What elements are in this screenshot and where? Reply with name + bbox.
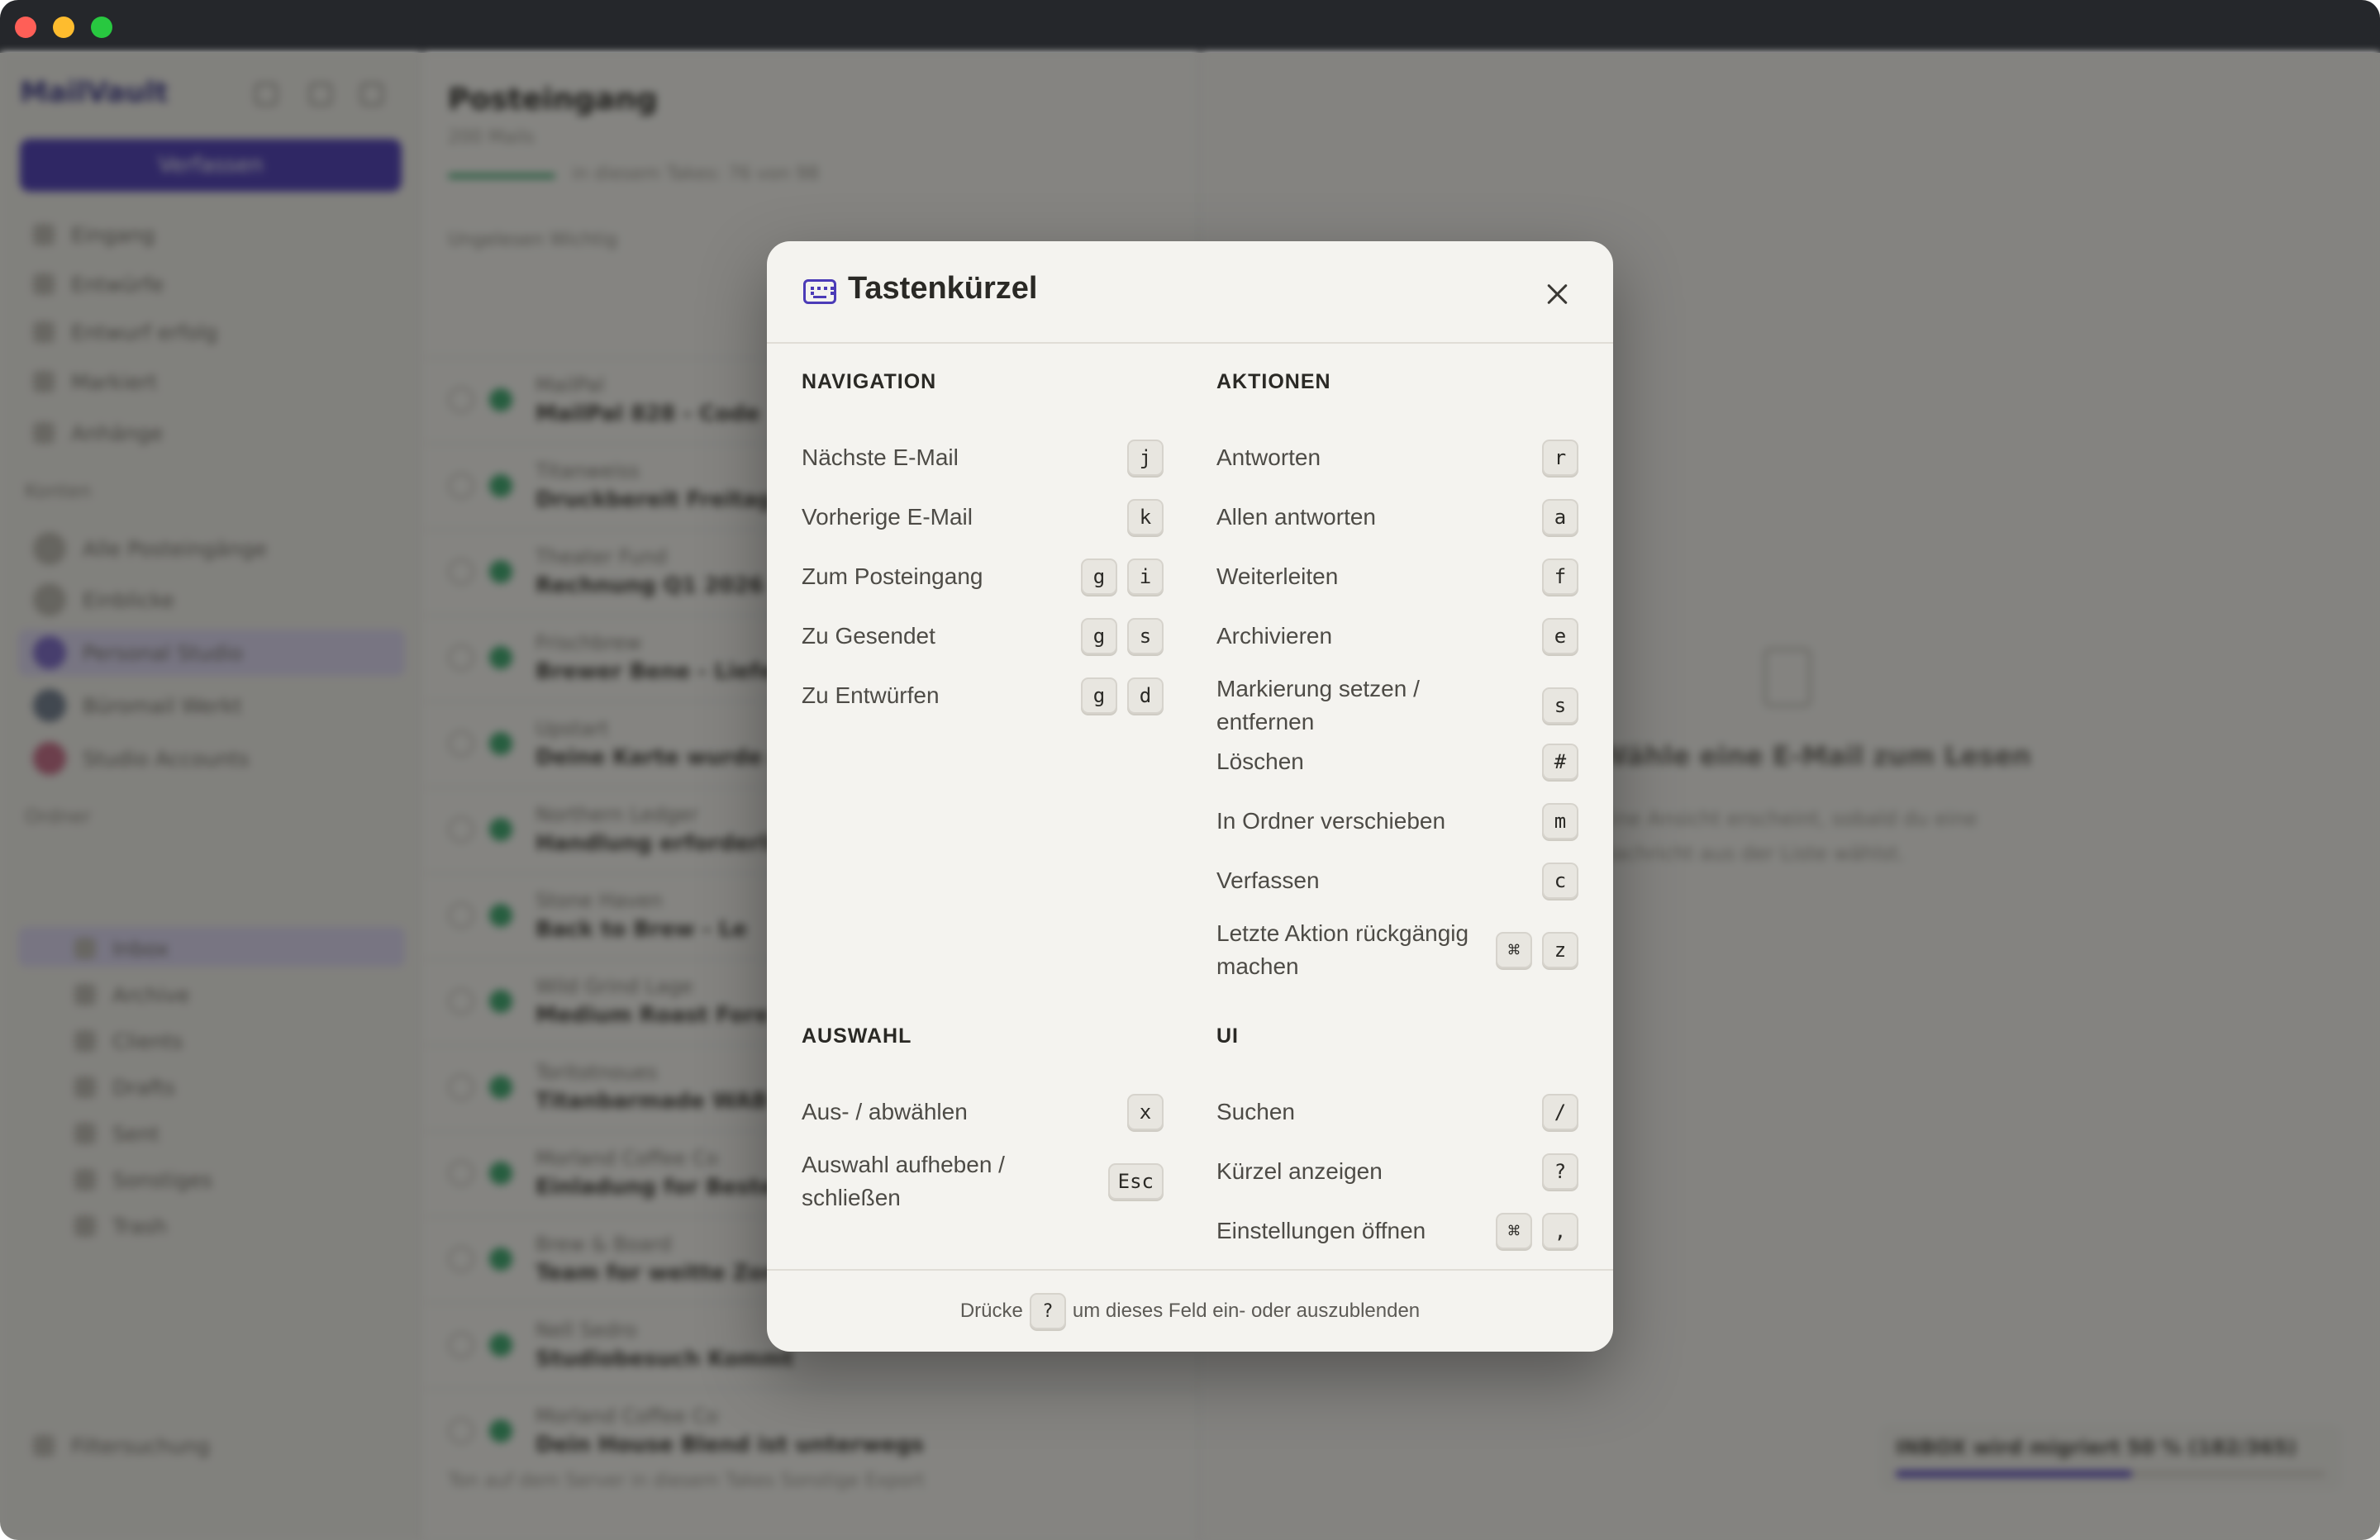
shortcut-label: Letzte Aktion rückgängig machen <box>1216 920 1469 979</box>
shortcut-label: Zu Gesendet <box>802 623 935 649</box>
shortcut-row-actions: Weiterleiten f <box>1216 558 1578 595</box>
shortcut-label: Auswahl aufheben / schließen <box>802 1152 1005 1210</box>
shortcut-keys: c <box>1542 863 1578 899</box>
shortcut-row-actions: Allen antworten a <box>1216 499 1578 535</box>
shortcut-row-selection: Auswahl aufheben / schließen Esc <box>802 1147 1164 1216</box>
shortcut-keys: / <box>1542 1094 1578 1130</box>
minimize-window-button[interactable] <box>53 17 74 38</box>
shortcut-keys: m <box>1542 803 1578 839</box>
key-cap: z <box>1542 932 1578 968</box>
section-heading-selection: AUSWAHL <box>802 1024 912 1048</box>
shortcut-keys: Esc <box>1107 1163 1164 1200</box>
key-cap: x <box>1127 1094 1164 1130</box>
shortcut-row-navigation: Vorherige E-Mail k <box>802 499 1164 535</box>
section-heading-ui: UI <box>1216 1024 1239 1048</box>
shortcut-row-selection: Aus- / abwählen x <box>802 1094 1164 1130</box>
dialog-header: Tastenkürzel <box>767 241 1613 344</box>
shortcut-keys: a <box>1542 499 1578 535</box>
shortcut-label: Zu Entwürfen <box>802 682 940 708</box>
section-heading-navigation: NAVIGATION <box>802 370 937 393</box>
dialog-footer: Drücke ? um dieses Feld ein- oder auszub… <box>767 1269 1613 1352</box>
shortcut-row-actions: Markierung setzen / entfernen s <box>1216 671 1578 740</box>
key-cap: g <box>1081 558 1117 595</box>
shortcut-row-ui: Kürzel anzeigen? <box>1216 1153 1578 1190</box>
keyboard-icon <box>803 279 836 304</box>
shortcut-keys: gi <box>1081 558 1164 595</box>
key-cap: g <box>1081 677 1117 714</box>
key-cap: ? <box>1542 1153 1578 1190</box>
shortcut-row-actions: Archivieren e <box>1216 618 1578 654</box>
shortcut-label: Vorherige E-Mail <box>802 504 973 530</box>
shortcut-label: Verfassen <box>1216 867 1320 893</box>
shortcut-keys: ⌘, <box>1496 1213 1578 1249</box>
shortcut-keys: # <box>1542 744 1578 780</box>
key-cap: f <box>1542 558 1578 595</box>
shortcut-label: Einstellungen öffnen <box>1216 1218 1426 1243</box>
section-heading-actions: AKTIONEN <box>1216 370 1331 393</box>
title-bar <box>0 0 2380 53</box>
footer-text-before: Drücke <box>959 1300 1023 1322</box>
footer-key: ? <box>1029 1293 1066 1329</box>
shortcut-label: Markierung setzen / entfernen <box>1216 676 1420 734</box>
key-cap: s <box>1127 618 1164 654</box>
shortcut-keys: gd <box>1081 677 1164 714</box>
shortcut-row-actions: Löschen # <box>1216 744 1578 780</box>
shortcut-label: Löschen <box>1216 749 1304 774</box>
shortcut-label: Suchen <box>1216 1099 1295 1124</box>
shortcut-label: In Ordner verschieben <box>1216 808 1446 834</box>
key-cap: / <box>1542 1094 1578 1130</box>
key-cap: i <box>1127 558 1164 595</box>
shortcut-row-navigation: Zum Posteingang g i <box>802 558 1164 595</box>
shortcut-keys: r <box>1542 440 1578 476</box>
key-cap: e <box>1542 618 1578 654</box>
shortcut-keys: gs <box>1081 618 1164 654</box>
shortcut-row-actions: Letzte Aktion rückgängig machen ⌘ z <box>1216 915 1578 985</box>
key-cap: Esc <box>1107 1163 1164 1200</box>
key-cap: s <box>1542 687 1578 724</box>
key-cap: ⌘ <box>1496 1213 1532 1249</box>
shortcut-keys: e <box>1542 618 1578 654</box>
key-cap: d <box>1127 677 1164 714</box>
key-cap: j <box>1127 440 1164 476</box>
key-cap: g <box>1081 618 1117 654</box>
shortcut-label: Weiterleiten <box>1216 563 1339 589</box>
key-cap: a <box>1542 499 1578 535</box>
key-cap: c <box>1542 863 1578 899</box>
shortcut-keys: k <box>1127 499 1164 535</box>
shortcut-label: Aus- / abwählen <box>802 1099 968 1124</box>
shortcut-keys: j <box>1127 440 1164 476</box>
shortcuts-dialog: Tastenkürzel NAVIGATION AKTIONEN AUSWAHL… <box>767 241 1613 1352</box>
shortcut-keys: ⌘ z <box>1496 932 1578 968</box>
shortcut-label: Zum Posteingang <box>802 563 983 589</box>
shortcut-label: Nächste E-Mail <box>802 444 959 470</box>
dialog-title: Tastenkürzel <box>848 271 1038 306</box>
shortcut-row-ui: Suchen / <box>1216 1094 1578 1130</box>
shortcut-label: Archivieren <box>1216 623 1333 649</box>
key-cap: k <box>1127 499 1164 535</box>
zoom-window-button[interactable] <box>91 17 112 38</box>
shortcut-row-navigation: Zu Entwürfen g d <box>802 677 1164 714</box>
shortcut-label: Kürzel anzeigen <box>1216 1158 1383 1184</box>
shortcut-row-actions: In Ordner verschieben m <box>1216 803 1578 839</box>
key-cap: ⌘ <box>1496 932 1532 968</box>
shortcut-keys: x <box>1127 1094 1164 1130</box>
footer-text-after: um dieses Feld ein- oder auszublenden <box>1072 1300 1421 1322</box>
key-cap: m <box>1542 803 1578 839</box>
key-cap: # <box>1542 744 1578 780</box>
close-window-button[interactable] <box>15 17 36 38</box>
shortcut-row-ui: Einstellungen öffnen ⌘, <box>1216 1213 1578 1249</box>
key-cap: r <box>1542 440 1578 476</box>
shortcut-row-actions: Antworten r <box>1216 440 1578 476</box>
shortcut-keys: s <box>1542 687 1578 724</box>
shortcut-row-navigation: Nächste E-Mail j <box>802 440 1164 476</box>
key-cap: , <box>1542 1213 1578 1249</box>
shortcut-keys: f <box>1542 558 1578 595</box>
app-window: MailVault Verfassen Eingang Entwürfe Ent… <box>0 0 2380 1540</box>
shortcut-label: Allen antworten <box>1216 504 1377 530</box>
shortcut-row-actions: Verfassen c <box>1216 863 1578 899</box>
close-icon[interactable] <box>1540 278 1573 311</box>
shortcut-keys: ? <box>1542 1153 1578 1190</box>
shortcut-label: Antworten <box>1216 444 1321 470</box>
shortcut-row-navigation: Zu Gesendet g s <box>802 618 1164 654</box>
